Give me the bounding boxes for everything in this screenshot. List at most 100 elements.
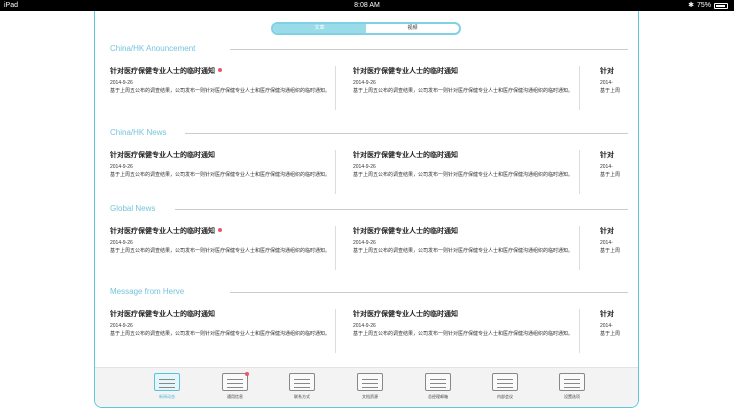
- battery-icon: [714, 2, 728, 9]
- tab-label: 文档资源: [362, 394, 378, 399]
- segment-articles[interactable]: 文章: [273, 24, 366, 33]
- column-divider: [579, 66, 580, 110]
- news-item[interactable]: 针对医疗保健专业人士的临时通知 2014-9-26 基于上周五公布的调查结果，公司发…: [353, 150, 578, 179]
- status-bar: iPad 8:08 AM ✱ 75%: [0, 0, 734, 11]
- news-item-excerpt: 基于上周: [600, 331, 621, 337]
- news-item[interactable]: 针对医疗保健专业人士的临时通知 2014-9-26 基于上周五公布的调查结果，公司发…: [353, 309, 578, 338]
- contact-card-icon: [289, 373, 315, 391]
- tab-mail[interactable]: 总经理邮箱: [421, 373, 455, 400]
- battery-percent: 75%: [696, 2, 711, 9]
- news-item-date: 2014-9-26: [353, 240, 376, 246]
- tab-news[interactable]: 新闻动态: [150, 373, 184, 400]
- tab-chat[interactable]: 通用信息: [218, 372, 252, 400]
- column-divider: [335, 66, 336, 110]
- content-type-segmented-control: 文章 视频: [271, 22, 461, 35]
- news-item-excerpt: 基于上周五公布的调查结果，公司发布一则针对医疗保健专业人士和医疗保健沟通组织的临…: [353, 331, 574, 337]
- tab-group[interactable]: 内部会议: [488, 373, 522, 400]
- news-section: Message from Herve 针对医疗保健专业人士的临时通知 2014-9-…: [95, 287, 638, 357]
- bluetooth-icon: ✱: [688, 2, 694, 9]
- news-item-title-text: 针对医疗保健专业人士的临时通知: [353, 152, 458, 159]
- news-item-date: 2014-9-26: [353, 80, 376, 86]
- news-section: China/HK Anouncement 针对医疗保健专业人士的临时通知 2014-…: [95, 44, 638, 114]
- news-item-title-text: 针对医疗保健专业人士的临时通知: [110, 152, 215, 159]
- notification-badge-icon: [245, 372, 249, 376]
- news-item-excerpt: 基于上周: [600, 172, 621, 178]
- tab-label: 总经理邮箱: [428, 394, 448, 399]
- news-item-title-text: 针对医疗保健专业人士的临时通知: [353, 228, 458, 235]
- section-title: Global News: [110, 204, 156, 213]
- chat-icon: [222, 372, 249, 391]
- news-item-title-text: 针对医疗保健专业人士的临时通知: [353, 311, 458, 318]
- news-item-title: 针对医疗保健专业人士的临时通知: [353, 66, 578, 76]
- tab-gear[interactable]: 设置选项: [555, 373, 589, 400]
- section-divider: [185, 133, 628, 134]
- column-divider: [335, 226, 336, 270]
- tab-label: 内部会议: [497, 394, 513, 399]
- news-item-date: 2014-: [600, 240, 613, 246]
- unread-dot-icon: [218, 68, 222, 72]
- news-item-date: 2014-9-26: [110, 80, 133, 86]
- news-item-excerpt: 基于上周: [600, 88, 621, 94]
- news-item-excerpt: 基于上周五公布的调查结果，公司发布一则针对医疗保健专业人士和医疗保健沟通组织的临…: [110, 172, 331, 178]
- news-item[interactable]: 针对医疗保健专业人士的临时通知 2014-9-26 基于上周五公布的调查结果，公司发…: [353, 66, 578, 95]
- news-item-date: 2014-: [600, 80, 613, 86]
- tab-label: 新闻动态: [159, 394, 175, 399]
- news-item-title-text: 针对医疗保健专业人士的临时通知: [110, 228, 215, 235]
- book-icon: [357, 373, 383, 391]
- tab-label: 通用信息: [227, 394, 243, 399]
- news-item-title-text: 针对: [600, 311, 614, 318]
- news-item-title: 针对: [600, 309, 638, 319]
- column-divider: [579, 150, 580, 194]
- news-item-excerpt: 基于上周: [600, 248, 621, 254]
- news-section: China/HK News 针对医疗保健专业人士的临时通知 2014-9-26 基于上…: [95, 128, 638, 198]
- news-item-excerpt: 基于上周五公布的调查结果，公司发布一则针对医疗保健专业人士和医疗保健沟通组织的临…: [353, 172, 574, 178]
- news-item[interactable]: 针对 2014- 基于上周: [600, 226, 638, 255]
- news-item[interactable]: 针对医疗保健专业人士的临时通知 2014-9-26 基于上周五公布的调查结果，公司发…: [110, 150, 335, 179]
- news-item-title: 针对: [600, 66, 638, 76]
- column-divider: [579, 309, 580, 353]
- tab-book[interactable]: 文档资源: [353, 373, 387, 400]
- news-item[interactable]: 针对医疗保健专业人士的临时通知 2014-9-26 基于上周五公布的调查结果，公司发…: [110, 309, 335, 338]
- news-item-date: 2014-: [600, 323, 613, 329]
- section-divider: [230, 49, 628, 50]
- status-right: ✱ 75%: [688, 0, 728, 11]
- news-item-title-text: 针对医疗保健专业人士的临时通知: [110, 311, 215, 318]
- news-item-title-text: 针对: [600, 68, 614, 75]
- news-item-date: 2014-9-26: [110, 240, 133, 246]
- news-item[interactable]: 针对医疗保健专业人士的临时通知 2014-9-26 基于上周五公布的调查结果，公司发…: [353, 226, 578, 255]
- news-item[interactable]: 针对医疗保健专业人士的临时通知 2014-9-26 基于上周五公布的调查结果，公司发…: [110, 66, 335, 95]
- section-divider: [230, 292, 628, 293]
- column-divider: [335, 150, 336, 194]
- news-item-excerpt: 基于上周五公布的调查结果，公司发布一则针对医疗保健专业人士和医疗保健沟通组织的临…: [110, 248, 331, 254]
- news-item-title: 针对医疗保健专业人士的临时通知: [110, 150, 335, 160]
- news-item-title: 针对医疗保健专业人士的临时通知: [353, 150, 578, 160]
- news-item[interactable]: 针对 2014- 基于上周: [600, 150, 638, 179]
- column-divider: [335, 309, 336, 353]
- tab-bar: 新闻动态 通用信息 联系方式 文档资源 总经理邮箱 内部会议 设置选项: [95, 367, 638, 407]
- news-item-title: 针对: [600, 150, 638, 160]
- tab-contact-card[interactable]: 联系方式: [285, 373, 319, 400]
- news-item-title-text: 针对医疗保健专业人士的临时通知: [353, 68, 458, 75]
- segment-videos[interactable]: 视频: [366, 24, 459, 33]
- news-item-date: 2014-9-26: [353, 164, 376, 170]
- tab-label: 设置选项: [564, 394, 580, 399]
- news-item[interactable]: 针对医疗保健专业人士的临时通知 2014-9-26 基于上周五公布的调查结果，公司发…: [110, 226, 335, 255]
- section-divider: [175, 209, 628, 210]
- news-item-title: 针对医疗保健专业人士的临时通知: [353, 226, 578, 236]
- unread-dot-icon: [218, 228, 222, 232]
- news-item-title: 针对医疗保健专业人士的临时通知: [110, 309, 335, 319]
- news-item-date: 2014-9-26: [110, 164, 133, 170]
- news-section: Global News 针对医疗保健专业人士的临时通知 2014-9-26 基于上周五…: [95, 204, 638, 274]
- news-item-excerpt: 基于上周五公布的调查结果，公司发布一则针对医疗保健专业人士和医疗保健沟通组织的临…: [353, 88, 574, 94]
- group-icon: [492, 373, 518, 391]
- news-item[interactable]: 针对 2014- 基于上周: [600, 309, 638, 338]
- news-item-date: 2014-9-26: [110, 323, 133, 329]
- news-item-title-text: 针对: [600, 152, 614, 159]
- column-divider: [579, 226, 580, 270]
- news-item[interactable]: 针对 2014- 基于上周: [600, 66, 638, 95]
- news-item-title-text: 针对医疗保健专业人士的临时通知: [110, 68, 215, 75]
- news-icon: [154, 373, 180, 391]
- news-item-title-text: 针对: [600, 228, 614, 235]
- section-title: China/HK Anouncement: [110, 44, 196, 53]
- news-item-title: 针对医疗保健专业人士的临时通知: [110, 66, 335, 76]
